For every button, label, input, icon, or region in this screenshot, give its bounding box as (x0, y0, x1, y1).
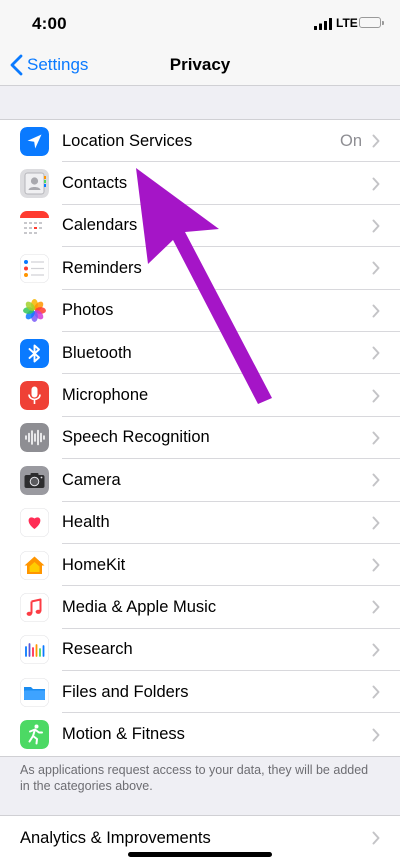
footer-note: As applications request access to your d… (20, 763, 369, 793)
speech-waveform-icon (20, 423, 49, 453)
motion-fitness-icon (20, 720, 49, 750)
chevron-right-icon (372, 728, 380, 742)
list-item-camera[interactable]: Camera (0, 459, 400, 502)
list-item-label: Reminders (62, 258, 142, 277)
list-item-bluetooth[interactable]: Bluetooth (0, 332, 400, 375)
chevron-right-icon (372, 431, 380, 445)
microphone-icon (20, 381, 49, 411)
chevron-right-icon (372, 219, 380, 233)
folder-icon (20, 677, 49, 707)
navigation-bar: Settings Privacy (0, 44, 400, 86)
list-item-calendars[interactable]: Calendars (0, 205, 400, 248)
list-item-label: Analytics & Improvements (20, 828, 211, 847)
list-item-label: Location Services (62, 131, 193, 150)
list-item-microphone[interactable]: Microphone (0, 374, 400, 418)
reminders-icon (20, 253, 49, 283)
list-item-photos[interactable]: Photos (0, 290, 400, 333)
list-item-contacts[interactable]: Contacts (0, 162, 400, 206)
calendar-icon (20, 211, 49, 241)
chevron-right-icon (372, 600, 380, 614)
music-note-icon (20, 592, 49, 622)
chevron-right-icon (372, 261, 380, 275)
chevron-right-icon (372, 473, 380, 487)
list-item-label: Speech Recognition (62, 428, 210, 447)
list-item-homekit[interactable]: HomeKit (0, 544, 400, 587)
chevron-right-icon (372, 304, 380, 318)
location-arrow-icon (20, 126, 49, 156)
list-item-detail: On (339, 131, 362, 150)
list-item-label: Microphone (62, 386, 149, 405)
home-indicator (128, 852, 272, 857)
signal-bars-icon (314, 18, 332, 30)
analytics-group: Analytics & Improvements (0, 815, 400, 865)
list-item-media-apple-music[interactable]: Media & Apple Music (0, 586, 400, 630)
chevron-right-icon (372, 389, 380, 403)
list-item-files-and-folders[interactable]: Files and Folders (0, 671, 400, 714)
contacts-icon (20, 169, 49, 199)
battery-icon (359, 17, 384, 28)
home-icon (20, 550, 49, 580)
list-item-label: Bluetooth (62, 343, 132, 362)
list-item-label: Contacts (62, 174, 128, 193)
list-item-label: Health (62, 513, 110, 532)
list-item-reminders[interactable]: Reminders (0, 247, 400, 290)
chevron-right-icon (372, 177, 380, 191)
list-item-label: HomeKit (62, 555, 126, 574)
status-bar: 4:00 LTE (0, 0, 400, 44)
list-item-motion-fitness[interactable]: Motion & Fitness (0, 713, 400, 755)
list-item-label: Files and Folders (62, 682, 189, 701)
network-type: LTE (336, 16, 358, 30)
chevron-right-icon (372, 516, 380, 530)
list-item-label: Research (62, 640, 133, 659)
status-time: 4:00 (32, 14, 67, 33)
chevron-right-icon (372, 558, 380, 572)
bluetooth-icon (20, 338, 49, 368)
list-item-label: Calendars (62, 216, 138, 235)
chevron-right-icon (372, 685, 380, 699)
list-item-label: Media & Apple Music (62, 597, 217, 616)
list-item-label: Photos (62, 301, 114, 320)
chevron-right-icon (372, 831, 380, 845)
chevron-right-icon (372, 134, 380, 148)
chevron-right-icon (372, 643, 380, 657)
heart-icon (20, 508, 49, 538)
list-item-label: Camera (62, 470, 121, 489)
list-item-label: Motion & Fitness (62, 725, 185, 744)
page-title: Privacy (169, 55, 231, 74)
photos-icon (20, 296, 49, 326)
list-item-research[interactable]: Research (0, 629, 400, 672)
list-item-health[interactable]: Health (0, 502, 400, 545)
camera-icon (20, 465, 49, 495)
research-icon (20, 635, 49, 665)
list-item-location-services[interactable]: Location Services On (0, 120, 400, 163)
privacy-list: Location Services On Contacts Calendars … (0, 119, 400, 757)
chevron-right-icon (372, 346, 380, 360)
list-item-speech-recognition[interactable]: Speech Recognition (0, 417, 400, 460)
